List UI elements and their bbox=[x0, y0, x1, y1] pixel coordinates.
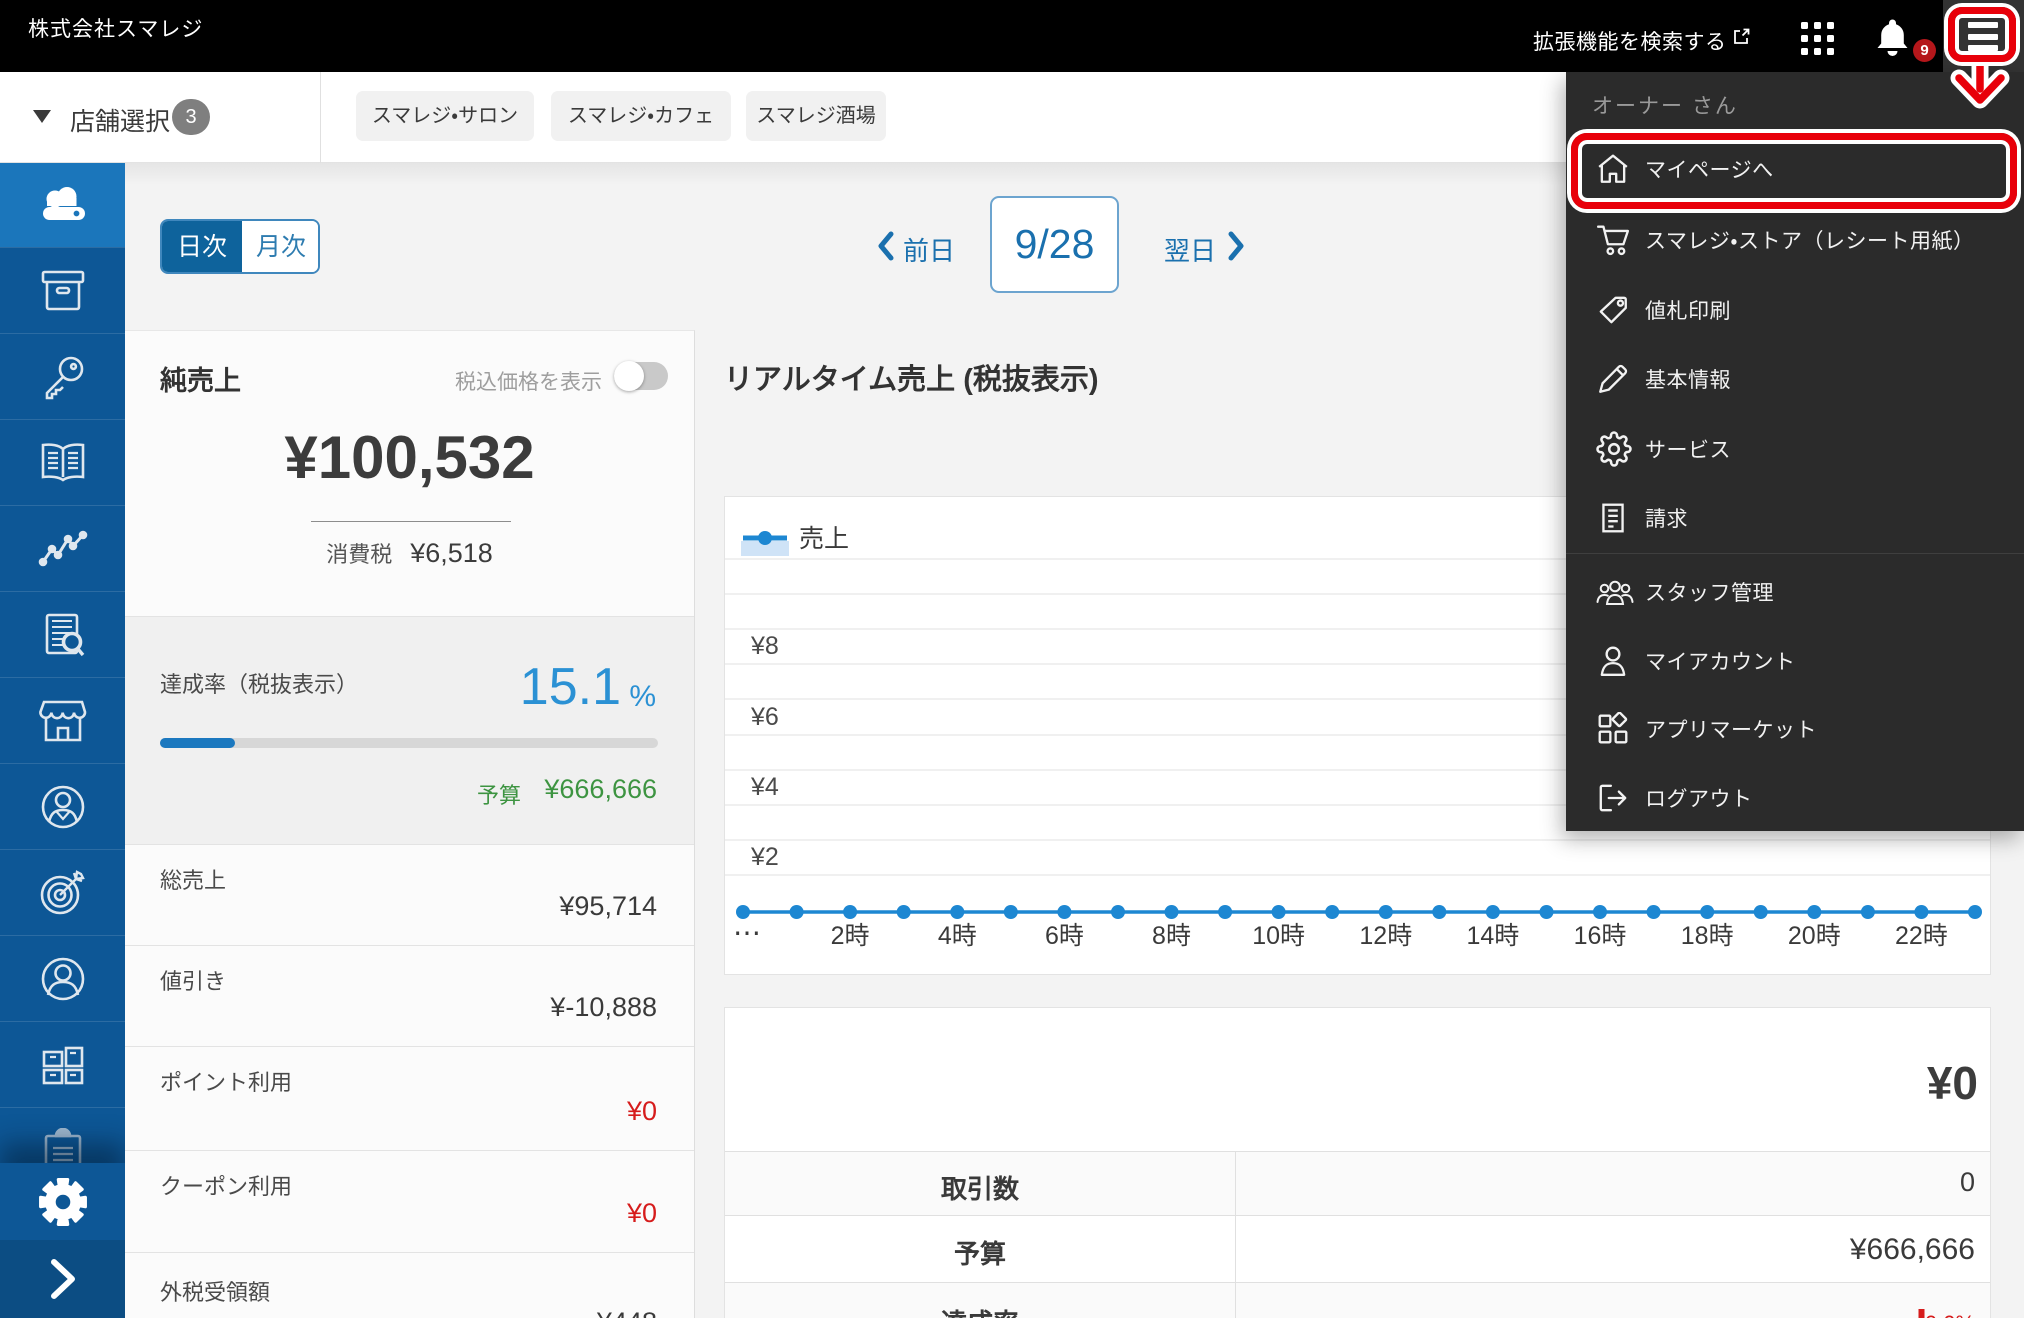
svg-text:10時: 10時 bbox=[1252, 922, 1305, 950]
svg-text:16時: 16時 bbox=[1574, 922, 1627, 950]
svg-text:8時: 8時 bbox=[1152, 922, 1191, 950]
svg-text:18時: 18時 bbox=[1681, 922, 1734, 950]
svg-text:2時: 2時 bbox=[831, 922, 870, 950]
svg-text:12時: 12時 bbox=[1359, 922, 1412, 950]
svg-text:22時: 22時 bbox=[1895, 922, 1948, 950]
svg-text:20時: 20時 bbox=[1788, 922, 1841, 950]
svg-text:売上: 売上 bbox=[799, 525, 849, 553]
svg-text:¥2: ¥2 bbox=[750, 843, 779, 871]
svg-text:4時: 4時 bbox=[938, 922, 977, 950]
svg-text:¥6: ¥6 bbox=[750, 703, 779, 731]
svg-text:⋯: ⋯ bbox=[733, 917, 761, 948]
svg-text:14時: 14時 bbox=[1466, 922, 1519, 950]
svg-text:¥8: ¥8 bbox=[750, 632, 779, 660]
svg-text:¥4: ¥4 bbox=[750, 773, 779, 801]
svg-text:6時: 6時 bbox=[1045, 922, 1084, 950]
